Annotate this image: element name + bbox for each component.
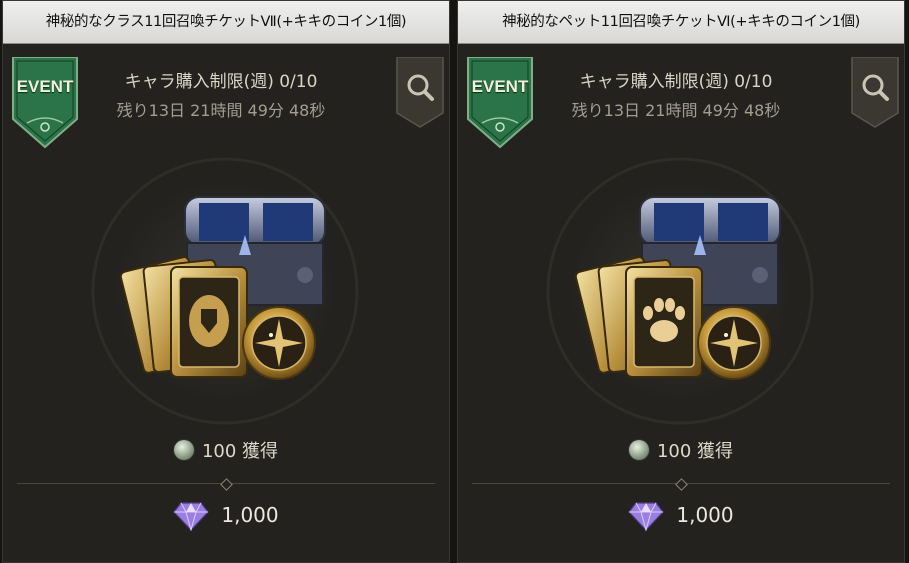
buy-button[interactable]: 1,000 <box>458 501 904 541</box>
remaining-time: 残り13日 21時間 49分 48秒 <box>571 101 781 120</box>
shop-card-class-summon[interactable]: 神秘的なクラス11回召喚チケットⅦ(+キキのコイン1個) EVENT キャラ購入… <box>2 0 450 563</box>
event-badge-icon: EVENT <box>466 57 534 149</box>
remaining-time: 残り13日 21時間 49分 48秒 <box>116 101 326 120</box>
reward-label: 獲得 <box>242 441 279 462</box>
event-badge-label: EVENT <box>16 77 74 96</box>
reward-amount: 100 <box>656 441 692 462</box>
reward-row: 100 獲得 <box>458 437 904 465</box>
search-button[interactable] <box>850 57 900 129</box>
search-icon <box>851 57 899 128</box>
reward-label: 獲得 <box>697 441 734 462</box>
card-title: 神秘的なクラス11回召喚チケットⅦ(+キキのコイン1個) <box>3 1 449 44</box>
reward-row: 100 獲得 <box>3 437 449 465</box>
divider <box>472 478 890 491</box>
purchase-limit: キャラ購入制限(週) 0/10 <box>124 72 318 92</box>
mileage-coin-icon <box>173 440 194 460</box>
class-summon-bundle-illustration <box>65 151 385 431</box>
search-button[interactable] <box>395 57 445 129</box>
mileage-coin-icon <box>628 440 649 460</box>
event-badge-icon: EVENT <box>11 57 79 149</box>
reward-amount: 100 <box>201 441 237 462</box>
search-icon <box>396 57 444 128</box>
pet-summon-bundle-illustration <box>520 151 840 431</box>
divider <box>17 478 435 491</box>
event-badge-label: EVENT <box>471 77 529 96</box>
buy-button[interactable]: 1,000 <box>3 501 449 541</box>
diamond-gem-icon <box>173 501 210 536</box>
shop-card-pet-summon[interactable]: 神秘的なペット11回召喚チケットⅥ(+キキのコイン1個) EVENT キャラ購入… <box>457 0 905 563</box>
diamond-gem-icon <box>628 501 665 536</box>
price-value: 1,000 <box>676 503 734 527</box>
card-title: 神秘的なペット11回召喚チケットⅥ(+キキのコイン1個) <box>458 1 904 44</box>
purchase-limit: キャラ購入制限(週) 0/10 <box>579 72 773 92</box>
price-value: 1,000 <box>221 503 279 527</box>
